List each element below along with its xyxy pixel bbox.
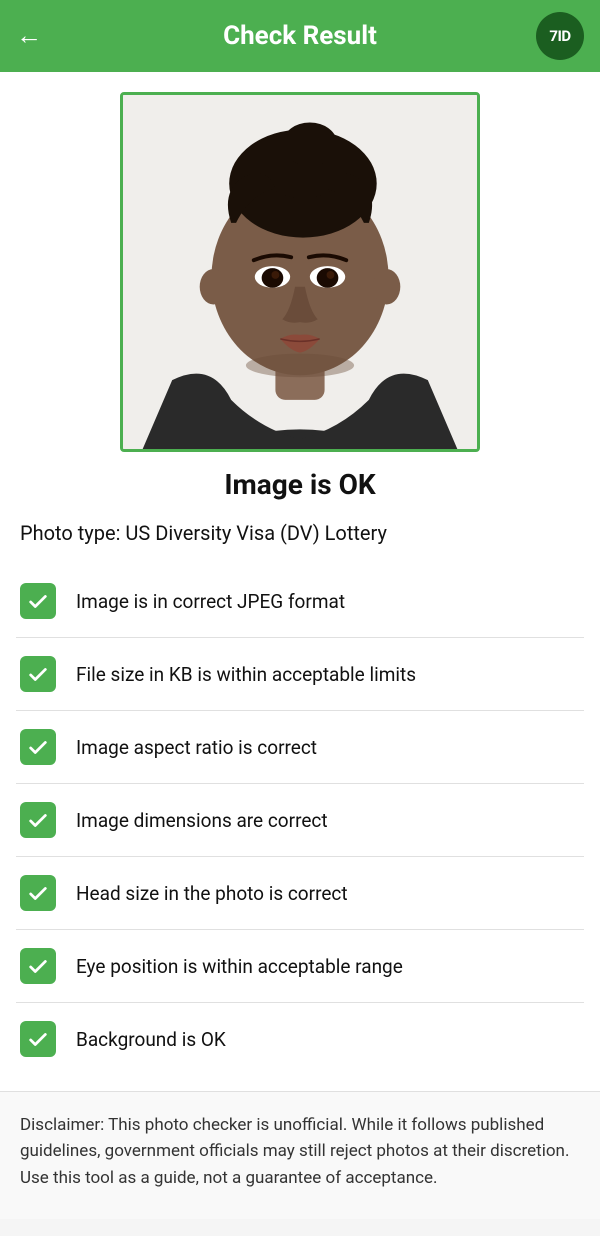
- check-text-1: Image is in correct JPEG format: [76, 590, 345, 613]
- check-list: Image is in correct JPEG format File siz…: [16, 565, 584, 1075]
- check-item-5: Head size in the photo is correct: [16, 857, 584, 930]
- check-icon-7: [20, 1021, 56, 1057]
- passport-photo: [123, 95, 477, 449]
- check-icon-3: [20, 729, 56, 765]
- check-item-1: Image is in correct JPEG format: [16, 565, 584, 638]
- check-text-2: File size in KB is within acceptable lim…: [76, 663, 416, 686]
- check-icon-1: [20, 583, 56, 619]
- back-button[interactable]: ←: [16, 23, 42, 49]
- check-text-5: Head size in the photo is correct: [76, 882, 348, 905]
- check-text-3: Image aspect ratio is correct: [76, 736, 317, 759]
- check-icon-4: [20, 802, 56, 838]
- photo-frame: [120, 92, 480, 452]
- photo-container: [16, 92, 584, 452]
- check-item-4: Image dimensions are correct: [16, 784, 584, 857]
- check-text-7: Background is OK: [76, 1028, 226, 1051]
- disclaimer-box: Disclaimer: This photo checker is unoffi…: [0, 1091, 600, 1219]
- main-content: Image is OK Photo type: US Diversity Vis…: [0, 72, 600, 1219]
- check-text-6: Eye position is within acceptable range: [76, 955, 403, 978]
- disclaimer-text: Disclaimer: This photo checker is unoffi…: [20, 1112, 580, 1191]
- page-title: Check Result: [223, 21, 377, 51]
- check-item-6: Eye position is within acceptable range: [16, 930, 584, 1003]
- photo-type-label: Photo type: US Diversity Visa (DV) Lotte…: [16, 521, 584, 545]
- app-header: ← Check Result 7ID: [0, 0, 600, 72]
- check-icon-5: [20, 875, 56, 911]
- check-text-4: Image dimensions are correct: [76, 809, 328, 832]
- check-item-2: File size in KB is within acceptable lim…: [16, 638, 584, 711]
- app-logo: 7ID: [536, 12, 584, 60]
- check-icon-6: [20, 948, 56, 984]
- check-item-3: Image aspect ratio is correct: [16, 711, 584, 784]
- check-icon-2: [20, 656, 56, 692]
- check-item-7: Background is OK: [16, 1003, 584, 1075]
- status-title: Image is OK: [16, 468, 584, 501]
